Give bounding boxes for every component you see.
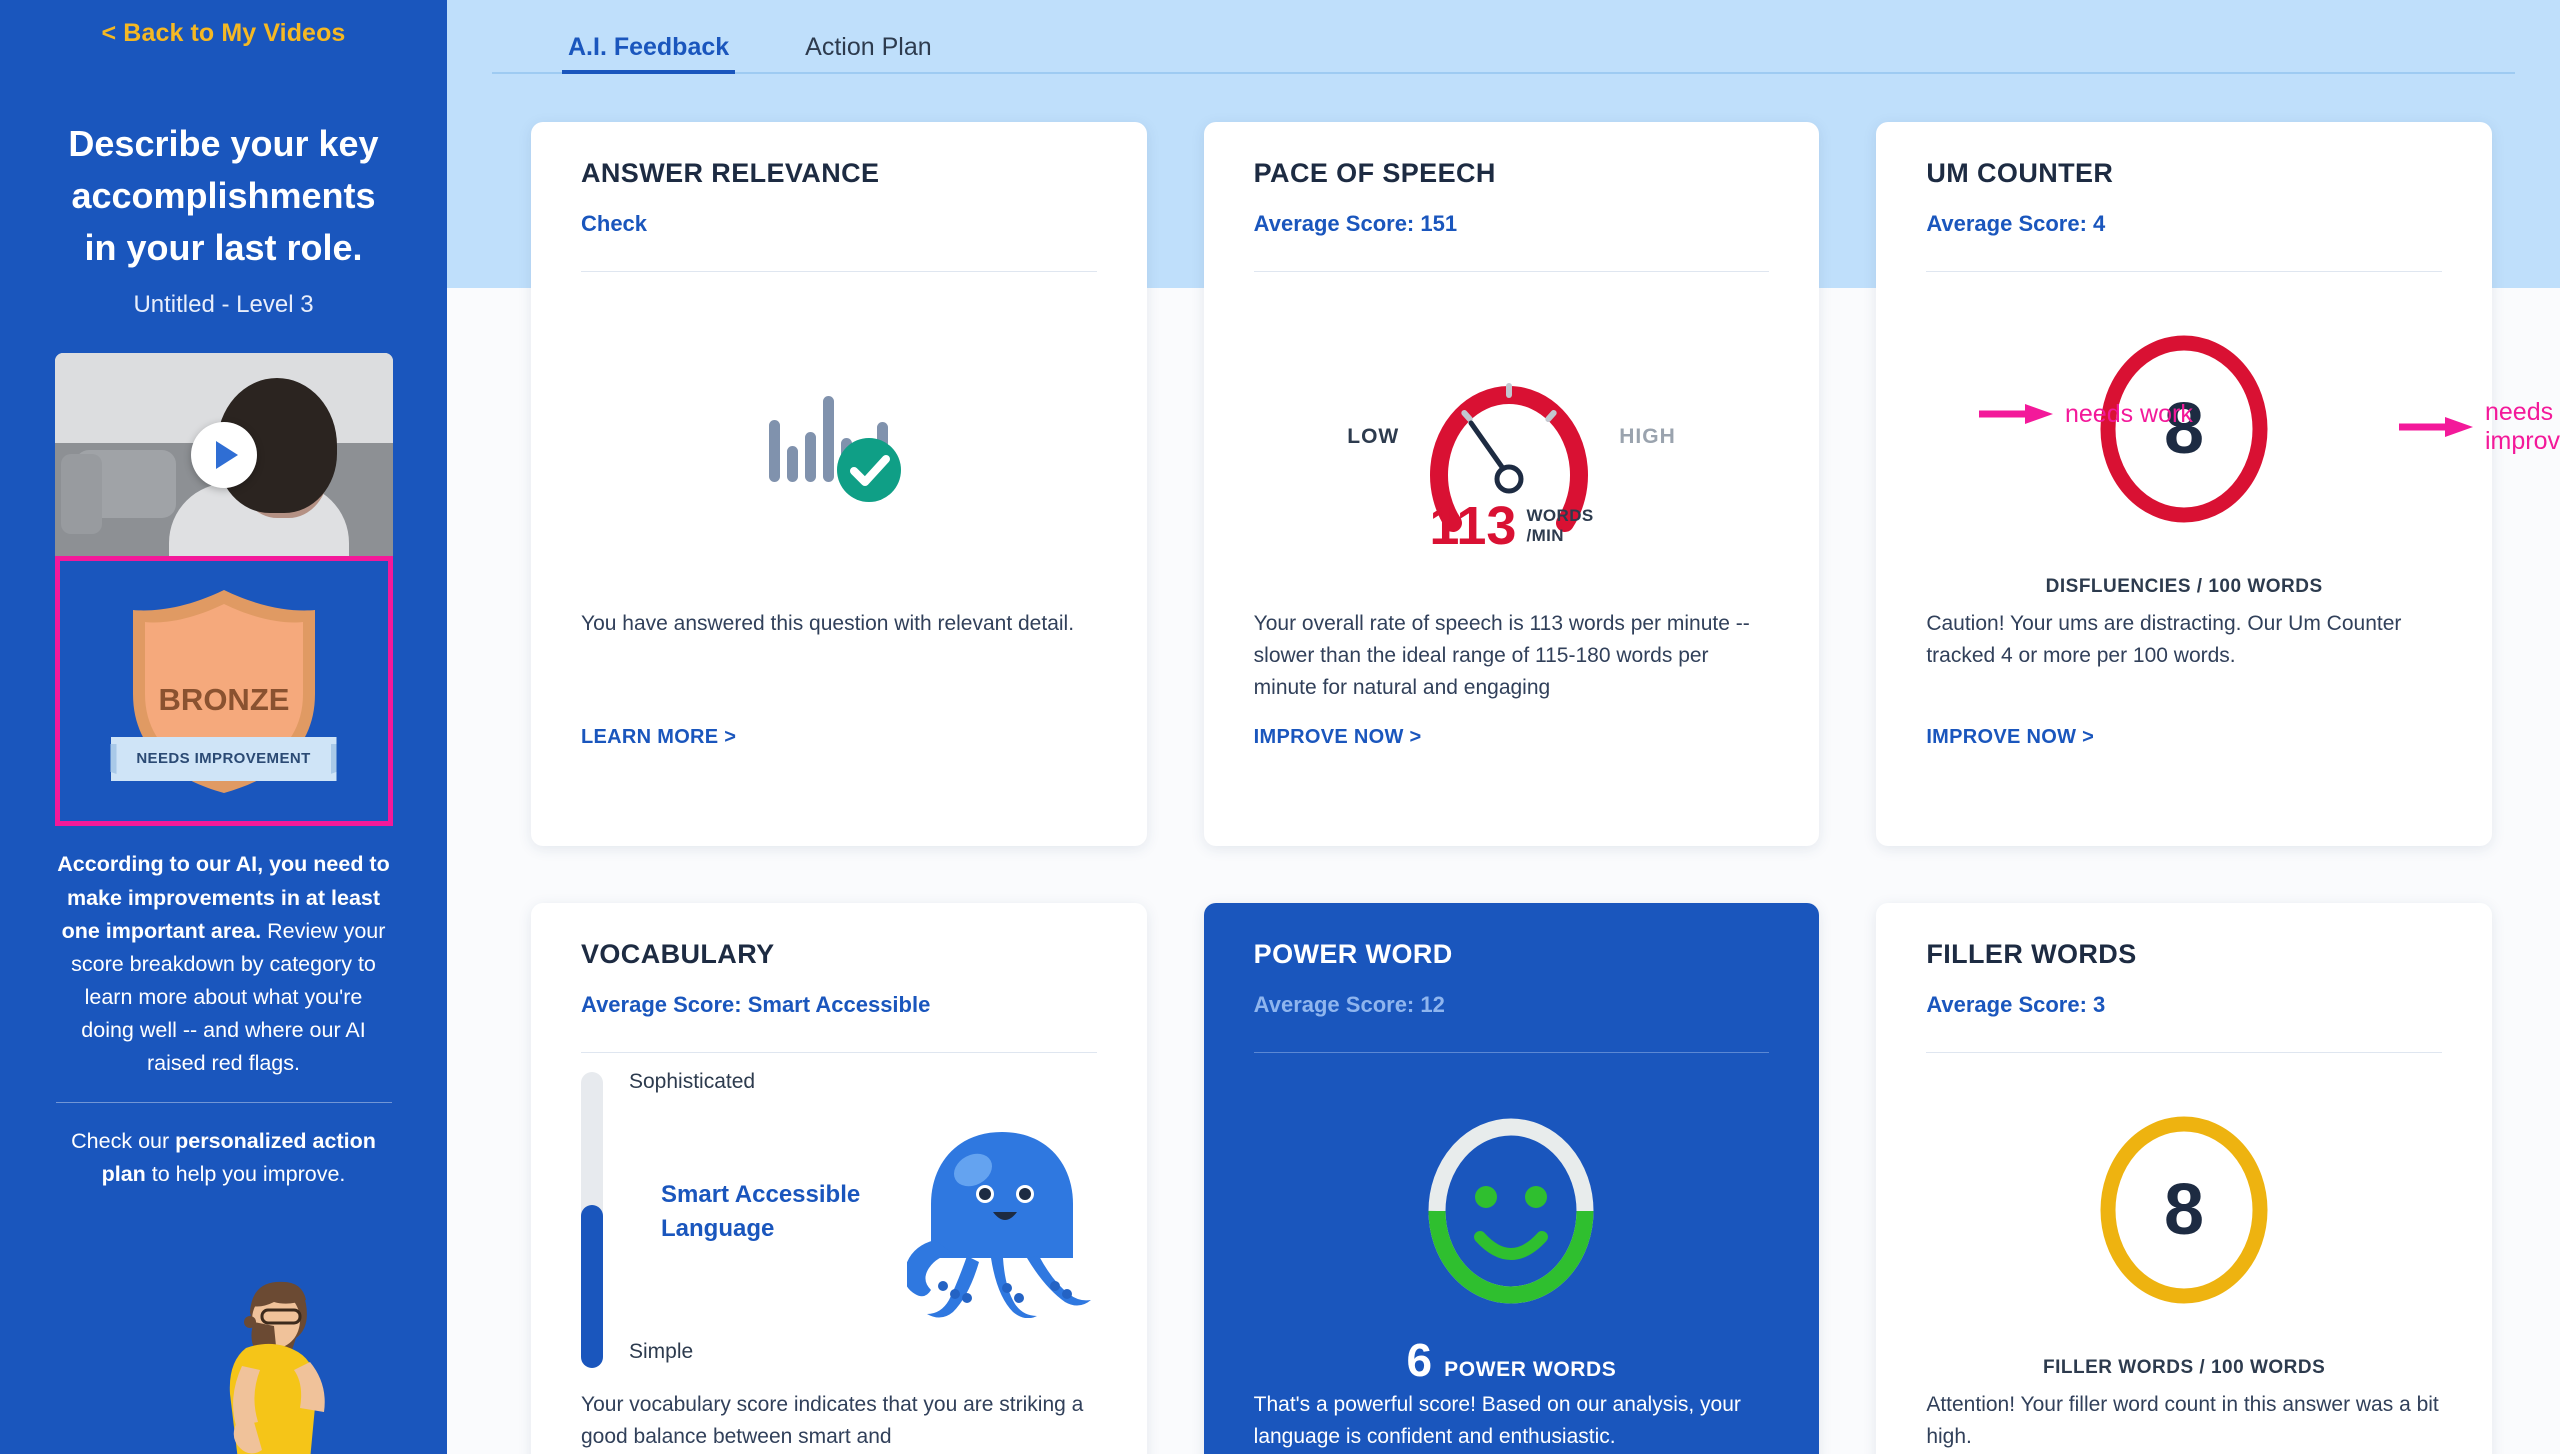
card-filler-words-score: Average Score: 3 [1926,992,2106,1017]
card-filler-words: FILLER WORDS Average Score: 3 8 FILLER W… [1876,903,2492,1454]
runner-illustration [229,1281,325,1454]
card-power-word: POWER WORD Average Score: 12 6 POWER WOR… [1203,903,1820,1454]
card-vocabulary-body: Your vocabulary score indicates that you… [581,1393,1084,1448]
play-icon[interactable] [190,421,257,488]
main-content: A.I. Feedback Action Plan ANSWER RELEVAN… [447,0,2560,1454]
card-answer-relevance-title: ANSWER RELEVANCE [581,158,880,188]
card-filler-words-title: FILLER WORDS [1926,939,2137,969]
play-triangle [215,440,238,469]
question-subtitle: Untitled - Level 3 [133,291,314,319]
card-filler-words-body: Attention! Your filler word count in thi… [1926,1393,2439,1448]
card-um-counter-viz: 8 DISFLUENCIES / 100 WORDS [1926,272,2442,602]
vocabulary-scale-track [581,1072,603,1368]
ai-summary-note: According to our AI, you need to make im… [56,848,392,1080]
card-um-counter-body: Caution! Your ums are distracting. Our U… [1926,612,2402,667]
card-pace-of-speech-body: Your overall rate of speech is 113 words… [1253,612,1750,699]
gauge-unit-line2: /MIN [1526,526,1564,545]
card-pace-of-speech: PACE OF SPEECH Average Score: 151 LOW HI… [1203,122,1820,846]
card-vocabulary-score: Average Score: Smart Accessible [581,992,931,1017]
bronze-shield: BRONZE NEEDS IMPROVEMENT [110,584,337,799]
badge-tier-text: BRONZE [158,682,289,717]
badge-ribbon-text: NEEDS IMPROVEMENT [136,750,311,768]
um-counter-caption: DISFLUENCIES / 100 WORDS [2045,576,2323,597]
scale-bottom-label: Simple [629,1340,694,1363]
back-to-my-videos-link[interactable]: < Back to My Videos [102,21,346,46]
tab-ai-feedback[interactable]: A.I. Feedback [562,33,736,74]
card-answer-relevance: ANSWER RELEVANCE Check You have answered… [531,122,1147,846]
card-answer-relevance-link[interactable]: LEARN MORE > [581,726,736,749]
card-answer-relevance-body: You have answered this question with rel… [581,612,1075,635]
feedback-tabs: A.I. Feedback Action Plan [492,0,2515,74]
card-power-word-title: POWER WORD [1253,939,1453,969]
card-pace-of-speech-link[interactable]: IMPROVE NOW > [1254,726,1422,749]
action-plan-cta: Check our personalized action plan to he… [56,1125,392,1190]
tab-action-plan[interactable]: Action Plan [799,35,937,72]
sidebar: < Back to My Videos Describe your key ac… [0,0,447,1454]
card-vocabulary-title: VOCABULARY [581,939,775,969]
card-answer-relevance-score: Check [581,211,648,236]
badge-ribbon: NEEDS IMPROVEMENT [110,736,337,781]
gauge-low-label: LOW [1347,425,1400,448]
card-power-word-viz: 6 POWER WORDS [1254,1053,1770,1383]
video-thumbnail[interactable] [54,353,393,557]
scale-top-label: Sophisticated [629,1070,756,1093]
card-vocabulary: VOCABULARY Average Score: Smart Accessib… [531,903,1147,1454]
power-word-readout: 6 POWER WORDS [1407,1337,1617,1383]
feedback-card-grid: ANSWER RELEVANCE Check You have answered… [447,74,2560,1454]
filler-words-value: 8 [2164,1170,2204,1250]
cta-prefix: Check our [71,1129,176,1154]
gauge-unit: WORDS /MIN [1526,506,1593,545]
card-pace-of-speech-title: PACE OF SPEECH [1253,158,1496,188]
gauge-unit-line1: WORDS [1526,506,1594,526]
gauge-readout: 113 WORDS /MIN [1429,499,1593,553]
um-counter-value: 8 [2164,389,2204,469]
question-title: Describe your key accomplishments in you… [68,123,379,268]
gauge-high-label: HIGH [1619,425,1676,448]
octopus-icon [906,1132,1091,1318]
card-pace-of-speech-viz: LOW HIGH 113 WORDS /MIN [1254,272,1770,602]
waveform-check-icon [768,396,901,502]
card-um-counter: UM COUNTER Average Score: 4 8 DISFLUENCI… [1876,122,2492,846]
card-pace-of-speech-score: Average Score: 151 [1253,211,1458,236]
gauge-value: 113 [1429,496,1517,556]
achievement-badge-highlight: BRONZE NEEDS IMPROVEMENT [54,556,393,827]
ring-counter-icon: 8 [2100,335,2268,523]
scale-fill [581,1205,603,1368]
tab-action-plan-label: Action Plan [805,33,932,61]
app-root: < Back to My Videos Describe your key ac… [0,0,2560,1454]
scale-current-value: Smart Accessible Language [661,1181,861,1243]
sidebar-divider [55,1102,392,1104]
power-word-caption: POWER WORDS [1444,1358,1617,1381]
vocabulary-scale-labels: Sophisticated Smart Accessible Language … [603,1068,907,1368]
tab-ai-feedback-label: A.I. Feedback [568,33,730,61]
speedometer-gauge: LOW HIGH 113 WORDS /MIN [1254,327,1770,553]
cta-suffix: to help you improve. [145,1161,346,1186]
card-um-counter-score: Average Score: 4 [1926,211,2106,236]
card-power-word-body: That's a powerful score! Based on our an… [1253,1393,1741,1448]
power-word-value: 6 [1406,1334,1433,1386]
card-power-word-score: Average Score: 12 [1253,992,1445,1017]
card-um-counter-link[interactable]: IMPROVE NOW > [1926,726,2094,749]
card-answer-relevance-viz [581,272,1097,602]
vocabulary-scale: Sophisticated Smart Accessible Language … [581,1068,1097,1368]
filler-words-caption: FILLER WORDS / 100 WORDS [2043,1357,2326,1378]
card-filler-words-viz: 8 FILLER WORDS / 100 WORDS [1926,1053,2442,1383]
ring-counter-icon: 8 [2100,1116,2268,1304]
card-um-counter-title: UM COUNTER [1926,158,2114,188]
card-vocabulary-viz: Sophisticated Smart Accessible Language … [581,1053,1097,1383]
smiley-ring-icon [1428,1118,1594,1304]
